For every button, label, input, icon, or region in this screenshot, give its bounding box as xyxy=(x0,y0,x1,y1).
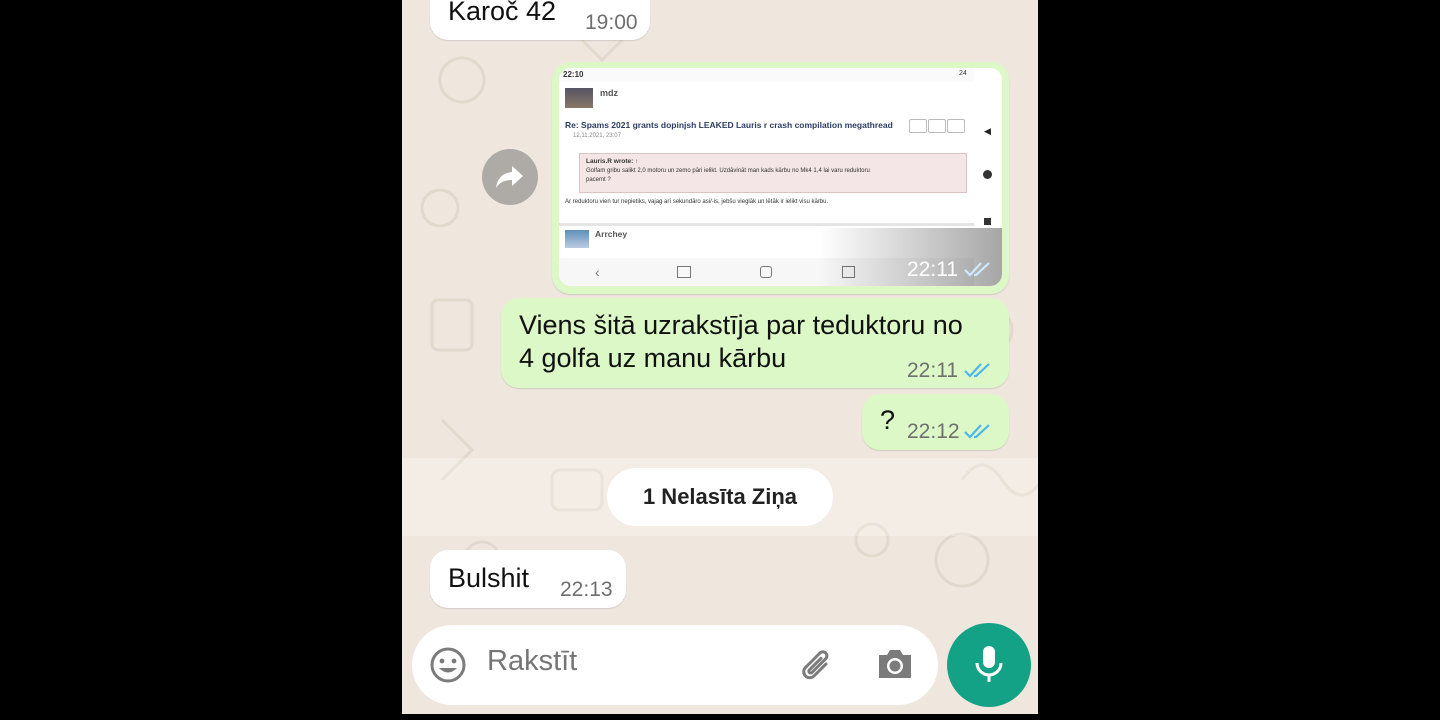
camera-button[interactable] xyxy=(875,646,915,682)
voice-record-button[interactable] xyxy=(947,623,1031,707)
screenshot-image: 22:10 24 mdz Re: Spams 2021 grants dopin… xyxy=(559,68,1002,286)
read-ticks-icon xyxy=(964,262,990,277)
message-text: Karoč 42 xyxy=(448,0,557,26)
back-triangle-icon: ◀ xyxy=(984,126,991,136)
message-text: Bulshit xyxy=(448,563,530,593)
message-time: 22:11 xyxy=(907,258,958,281)
emoji-icon xyxy=(430,647,466,683)
message-text: ? xyxy=(880,405,896,435)
quote-line: pacemt ? xyxy=(586,177,611,183)
message-input[interactable] xyxy=(487,645,767,678)
image-attachment[interactable]: 22:10 24 mdz Re: Spams 2021 grants dopin… xyxy=(559,68,1002,286)
avatar xyxy=(565,230,589,248)
read-ticks-icon xyxy=(964,424,990,439)
quote-author: Lauris.R wrote: ↑ xyxy=(586,158,639,165)
home-circle-icon xyxy=(983,170,992,179)
username: mdz xyxy=(600,88,618,98)
book-icon xyxy=(677,266,691,278)
message-text: Viens šitā uzrakstīja par teduktoru no xyxy=(519,310,963,340)
quote-box: Lauris.R wrote: ↑ Golfam gribu salikt 2,… xyxy=(579,153,967,193)
message-time: 19:00 xyxy=(585,11,638,34)
unread-messages-banner: 1 Nelasīta Ziņa xyxy=(607,468,833,526)
message-time: 22:12 xyxy=(907,420,960,443)
emoji-button[interactable] xyxy=(428,645,468,685)
reply-text: Ar reduktoru vien tur nepietiks, vajag a… xyxy=(565,199,829,205)
quote-line: Golfam gribu salikt 2,0 motoru un zemo p… xyxy=(586,168,870,174)
home-icon xyxy=(760,266,772,278)
message-text: 4 golfa uz manu kārbu xyxy=(519,343,787,373)
status-bar xyxy=(559,68,974,82)
read-ticks-icon xyxy=(964,363,990,378)
avatar xyxy=(565,88,593,108)
camera-icon xyxy=(879,650,911,678)
post-date: 12.11.2021, 23:07 xyxy=(573,133,621,139)
divider xyxy=(559,223,974,226)
paperclip-icon xyxy=(802,650,829,680)
post-action-buttons xyxy=(909,119,965,133)
message-time: 22:13 xyxy=(560,578,613,601)
status-time: 22:10 xyxy=(563,70,584,79)
forward-button[interactable] xyxy=(482,149,538,205)
thread-title: Re: Spams 2021 grants dopinjsh LEAKED La… xyxy=(565,120,893,130)
forward-icon xyxy=(496,166,523,188)
username: Arrchey xyxy=(595,229,628,239)
battery-level: 24 xyxy=(959,70,967,77)
attach-button[interactable] xyxy=(797,645,839,687)
message-time: 22:11 xyxy=(907,359,958,382)
recents-square-icon xyxy=(984,218,991,225)
mic-icon xyxy=(975,646,1003,682)
back-icon: ‹ xyxy=(595,264,600,280)
